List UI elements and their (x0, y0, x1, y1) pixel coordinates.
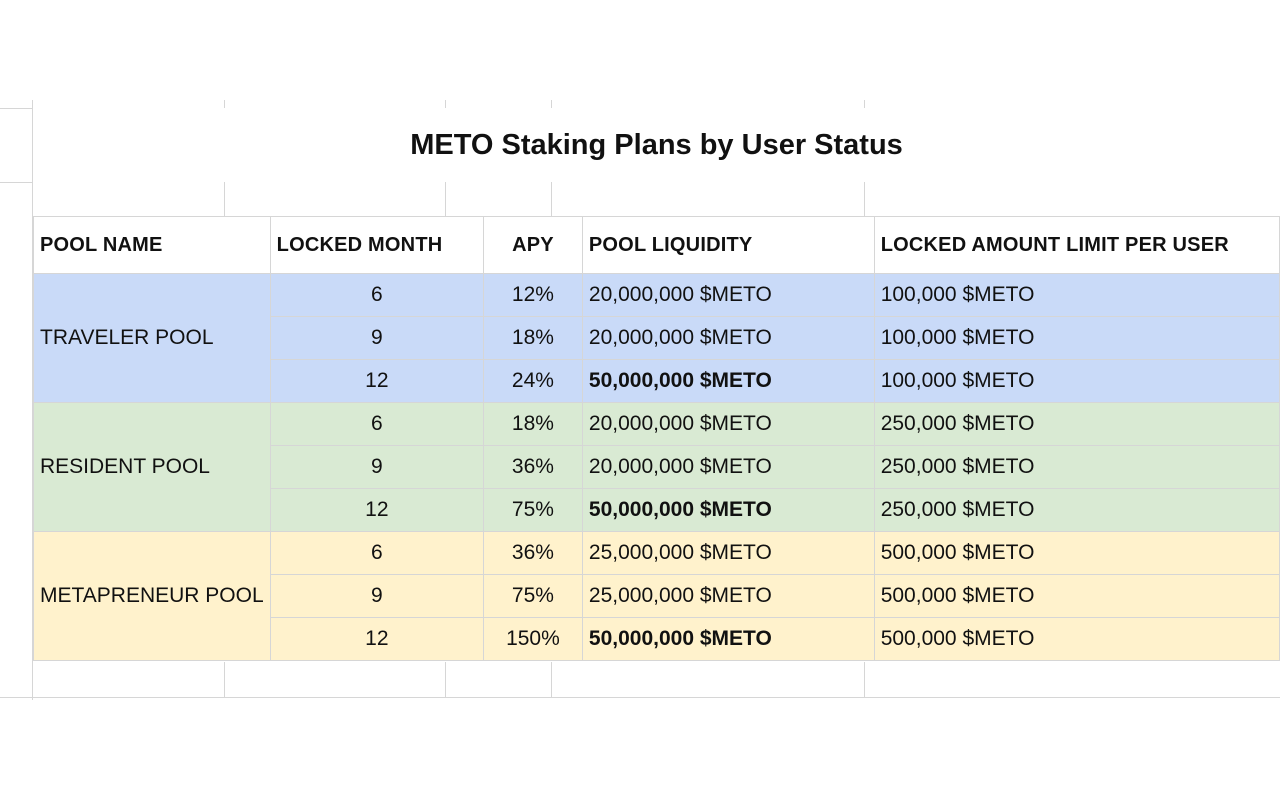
table-row: RESIDENT POOL 6 18% 20,000,000 $METO 250… (33, 402, 1280, 532)
locked-month-cell[interactable]: 12 (269, 488, 485, 532)
apy-cell[interactable]: 75% (483, 488, 583, 532)
pool-liquidity-cell[interactable]: 50,000,000 $METO (581, 359, 875, 403)
locked-month-cell[interactable]: 6 (269, 531, 485, 575)
locked-month-cell[interactable]: 12 (269, 617, 485, 661)
locked-month-cell[interactable]: 9 (269, 574, 485, 618)
apy-cell[interactable]: 36% (483, 531, 583, 575)
grid-line (224, 100, 225, 108)
locked-limit-cell[interactable]: 500,000 $METO (873, 574, 1280, 618)
locked-month-cell[interactable]: 6 (269, 273, 485, 317)
locked-limit-cell[interactable]: 250,000 $METO (873, 445, 1280, 489)
blank-row[interactable] (0, 662, 1280, 698)
header-apy[interactable]: APY (483, 216, 583, 274)
pool-liquidity-cell[interactable]: 50,000,000 $METO (581, 617, 875, 661)
table-row: TRAVELER POOL 6 12% 20,000,000 $METO 100… (33, 273, 1280, 403)
locked-limit-cell[interactable]: 100,000 $METO (873, 316, 1280, 360)
blank-row[interactable] (33, 182, 1280, 216)
apy-cell[interactable]: 24% (483, 359, 583, 403)
locked-month-cell[interactable]: 6 (269, 402, 485, 446)
grid-line (551, 100, 552, 108)
pool-name-cell[interactable]: TRAVELER POOL (33, 273, 271, 403)
header-pool-name[interactable]: POOL NAME (33, 216, 271, 274)
header-locked-month[interactable]: LOCKED MONTH (269, 216, 485, 274)
apy-cell[interactable]: 18% (483, 316, 583, 360)
locked-limit-cell[interactable]: 500,000 $METO (873, 531, 1280, 575)
locked-month-cell[interactable]: 12 (269, 359, 485, 403)
locked-limit-cell[interactable]: 100,000 $METO (873, 273, 1280, 317)
staking-table: POOL NAME LOCKED MONTH APY POOL LIQUIDIT… (33, 216, 1280, 661)
table-title[interactable]: METO Staking Plans by User Status (33, 108, 1280, 182)
header-pool-liquidity[interactable]: POOL LIQUIDITY (581, 216, 875, 274)
locked-month-cell[interactable]: 9 (269, 316, 485, 360)
apy-cell[interactable]: 36% (483, 445, 583, 489)
apy-cell[interactable]: 18% (483, 402, 583, 446)
pool-liquidity-cell[interactable]: 25,000,000 $METO (581, 531, 875, 575)
locked-month-cell[interactable]: 9 (269, 445, 485, 489)
locked-limit-cell[interactable]: 250,000 $METO (873, 488, 1280, 532)
locked-limit-cell[interactable]: 250,000 $METO (873, 402, 1280, 446)
pool-liquidity-cell[interactable]: 20,000,000 $METO (581, 445, 875, 489)
pool-liquidity-cell[interactable]: 50,000,000 $METO (581, 488, 875, 532)
grid-line (445, 100, 446, 108)
pool-name-cell[interactable]: RESIDENT POOL (33, 402, 271, 532)
header-locked-amount-limit[interactable]: LOCKED AMOUNT LIMIT PER USER (873, 216, 1280, 274)
pool-liquidity-cell[interactable]: 25,000,000 $METO (581, 574, 875, 618)
apy-cell[interactable]: 150% (483, 617, 583, 661)
locked-limit-cell[interactable]: 500,000 $METO (873, 617, 1280, 661)
grid-line (864, 100, 865, 108)
pool-name-cell[interactable]: METAPRENEUR POOL (33, 531, 271, 661)
pool-liquidity-cell[interactable]: 20,000,000 $METO (581, 316, 875, 360)
pool-liquidity-cell[interactable]: 20,000,000 $METO (581, 402, 875, 446)
header-row: POOL NAME LOCKED MONTH APY POOL LIQUIDIT… (33, 216, 1280, 274)
table-row: METAPRENEUR POOL 6 36% 25,000,000 $METO … (33, 531, 1280, 661)
locked-limit-cell[interactable]: 100,000 $METO (873, 359, 1280, 403)
spreadsheet: METO Staking Plans by User Status POOL N… (0, 0, 1280, 800)
apy-cell[interactable]: 12% (483, 273, 583, 317)
pool-liquidity-cell[interactable]: 20,000,000 $METO (581, 273, 875, 317)
apy-cell[interactable]: 75% (483, 574, 583, 618)
